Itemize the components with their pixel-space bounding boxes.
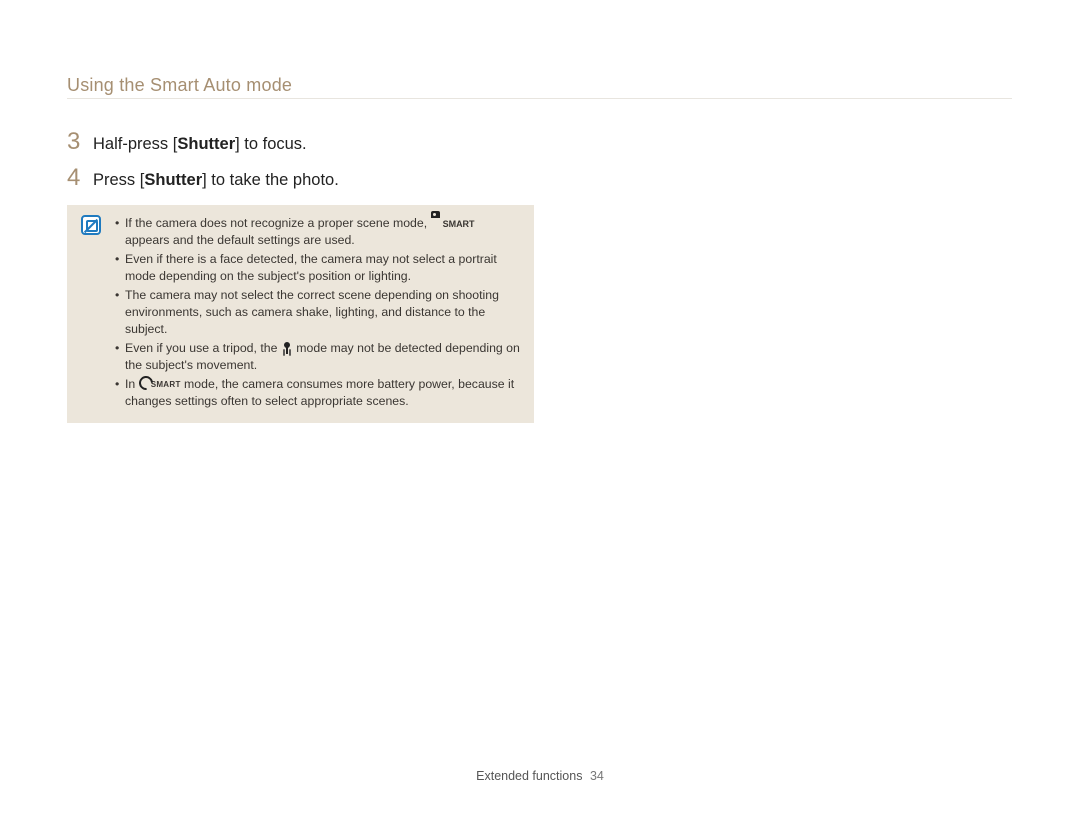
footer-section: Extended functions [476, 769, 582, 783]
step-pre: Half-press [ [93, 135, 177, 153]
note-text-b: appears and the default settings are use… [125, 233, 355, 247]
steps-list: 3 Half-press [Shutter] to focus. 4 Press… [67, 128, 339, 200]
step-text: Half-press [Shutter] to focus. [93, 135, 307, 154]
step-pre: Press [ [93, 171, 144, 189]
step-post: ] to take the photo. [202, 171, 339, 189]
note-item: If the camera does not recognize a prope… [115, 215, 520, 248]
c-smart-icon: SMART [139, 380, 181, 391]
note-text-a: If the camera does not recognize a prope… [125, 216, 431, 230]
note-text: Even if there is a face detected, the ca… [125, 252, 497, 283]
note-text-b: mode, the camera consumes more battery p… [125, 377, 514, 408]
page-title: Using the Smart Auto mode [67, 75, 292, 96]
step-4: 4 Press [Shutter] to take the photo. [67, 164, 339, 192]
footer-page-number: 34 [590, 769, 604, 783]
note-text-a: Even if you use a tripod, the [125, 341, 281, 355]
note-box: If the camera does not recognize a prope… [67, 205, 534, 423]
note-icon [81, 215, 101, 235]
page-footer: Extended functions 34 [0, 769, 1080, 783]
step-number: 4 [67, 164, 93, 192]
note-item: The camera may not select the correct sc… [115, 287, 520, 337]
step-post: ] to focus. [235, 135, 307, 153]
title-underline [67, 98, 1012, 99]
step-number: 3 [67, 128, 93, 156]
note-list: If the camera does not recognize a prope… [115, 215, 520, 413]
note-item: In SMART mode, the camera consumes more … [115, 376, 520, 409]
note-item: Even if you use a tripod, the mode may n… [115, 340, 520, 373]
note-text: The camera may not select the correct sc… [125, 288, 499, 335]
step-text: Press [Shutter] to take the photo. [93, 171, 339, 190]
smart-camera-icon: SMART [431, 218, 475, 230]
note-text-a: In [125, 377, 139, 391]
note-item: Even if there is a face detected, the ca… [115, 251, 520, 284]
step-bold: Shutter [144, 171, 202, 189]
step-3: 3 Half-press [Shutter] to focus. [67, 128, 339, 156]
tripod-icon [281, 342, 293, 356]
step-bold: Shutter [177, 135, 235, 153]
